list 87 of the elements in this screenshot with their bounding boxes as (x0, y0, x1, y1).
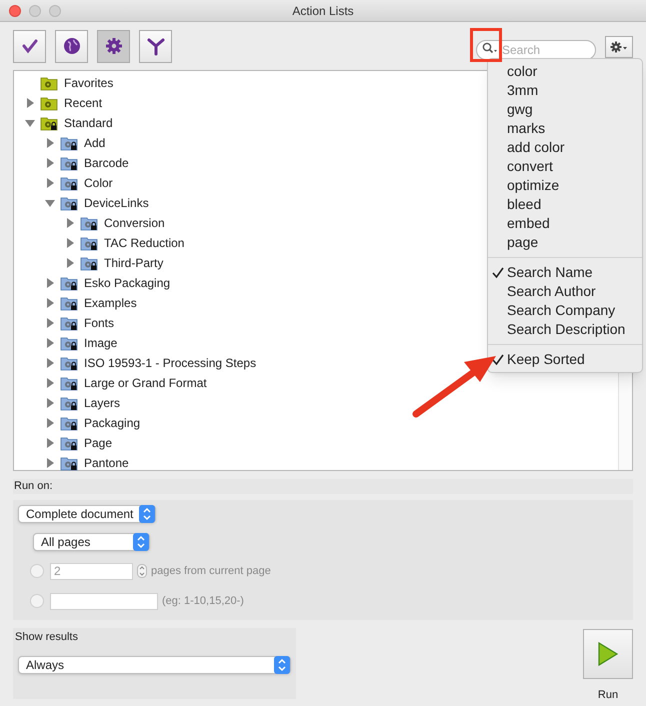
collapsed-triangle-icon[interactable] (45, 158, 55, 168)
tree-item-label[interactable]: DeviceLinks (84, 194, 149, 212)
toolbar-button[interactable] (139, 30, 172, 62)
checkmark-icon (492, 266, 504, 278)
close-button[interactable] (9, 4, 21, 16)
collapsed-triangle-icon[interactable] (45, 138, 55, 148)
collapsed-triangle-icon[interactable] (65, 258, 75, 268)
tree-item-label[interactable]: Recent (64, 94, 102, 112)
search-option-item[interactable]: Search Company (507, 300, 616, 321)
toolbar-button[interactable] (97, 30, 130, 62)
recent-search-item[interactable]: embed (488, 214, 642, 233)
show-results-select[interactable]: Always (18, 656, 291, 674)
radio-button[interactable] (30, 564, 44, 578)
tree-item-label[interactable]: Favorites (64, 74, 114, 92)
run-on-label: Run on: (13, 479, 53, 494)
tree-item-label[interactable]: Color (84, 174, 113, 192)
recent-search-item[interactable]: bleed (488, 195, 642, 214)
expanded-triangle-icon[interactable] (25, 118, 35, 128)
tree-item-label[interactable]: Fonts (84, 314, 114, 332)
recent-search-item[interactable]: page (488, 233, 642, 252)
tree-item-label[interactable]: Add (84, 134, 106, 152)
collapsed-triangle-icon[interactable] (45, 278, 55, 288)
checkmark-icon (492, 354, 504, 366)
highlight-box (470, 28, 502, 62)
show-results-label: Show results (15, 630, 79, 645)
tree-item-label[interactable]: Standard (64, 114, 113, 132)
updown-chevron-icon (133, 533, 149, 551)
tree-item-label[interactable]: TAC Reduction (104, 234, 184, 252)
fork-icon (146, 36, 166, 56)
tree-item-label[interactable]: Examples (84, 294, 137, 312)
page-range-field[interactable] (50, 592, 158, 610)
search-option-item[interactable]: Search Author (507, 281, 596, 302)
recent-search-item[interactable]: convert (488, 157, 642, 176)
collapsed-triangle-icon[interactable] (45, 418, 55, 428)
tree-item-label[interactable]: Conversion (104, 214, 165, 232)
collapsed-triangle-icon[interactable] (45, 398, 55, 408)
collapsed-triangle-icon[interactable] (65, 218, 75, 228)
tree-item-label[interactable]: Page (84, 434, 112, 452)
checkmark-icon (20, 37, 38, 55)
stepper-icon[interactable] (137, 564, 147, 578)
tree-item-label[interactable]: Esko Packaging (84, 274, 170, 292)
tree-item-label[interactable]: Pantone (84, 454, 129, 472)
tree-item-label[interactable]: Large or Grand Format (84, 374, 207, 392)
range-hint: pages from current page (151, 564, 271, 579)
collapsed-triangle-icon[interactable] (45, 438, 55, 448)
gear-icon (104, 37, 122, 55)
tree-item-label[interactable]: Layers (84, 394, 120, 412)
collapsed-triangle-icon[interactable] (25, 98, 35, 108)
search-option-item[interactable]: Search Description (507, 319, 626, 340)
pages-select[interactable]: All pages (33, 533, 150, 551)
search-option-item[interactable]: Search Name (507, 262, 593, 283)
collapsed-triangle-icon[interactable] (65, 238, 75, 248)
expanded-triangle-icon[interactable] (45, 198, 55, 208)
search-icon (482, 42, 498, 54)
toolbar-button[interactable] (55, 30, 88, 62)
tree-item-label[interactable]: Third-Party (104, 254, 164, 272)
window-title: Action Lists (292, 2, 354, 20)
recent-search-item[interactable]: 3mm (488, 81, 642, 100)
recent-search-item[interactable]: color (488, 62, 642, 81)
range-example: (eg: 1-10,15,20-) (162, 594, 244, 609)
play-icon (597, 641, 619, 667)
collapsed-triangle-icon[interactable] (45, 318, 55, 328)
collapsed-triangle-icon[interactable] (45, 378, 55, 388)
tree-item-label[interactable]: ISO 19593-1 - Processing Steps (84, 354, 256, 372)
radio-button[interactable] (30, 594, 44, 608)
tree-item-label[interactable]: Packaging (84, 414, 140, 432)
recent-search-item[interactable]: add color (488, 138, 642, 157)
collapsed-triangle-icon[interactable] (45, 298, 55, 308)
settings-icon (610, 41, 628, 53)
toolbar-button[interactable] (13, 30, 46, 62)
run-button[interactable] (583, 629, 633, 679)
keep-sorted-item[interactable]: Keep Sorted (507, 349, 585, 370)
tree-item-label[interactable]: Image (84, 334, 118, 352)
collapsed-triangle-icon[interactable] (45, 358, 55, 368)
collapsed-triangle-icon[interactable] (45, 338, 55, 348)
collapsed-triangle-icon[interactable] (45, 458, 55, 468)
globe-icon (62, 37, 80, 55)
updown-chevron-icon (139, 505, 155, 523)
updown-chevron-icon (274, 656, 290, 674)
collapsed-triangle-icon[interactable] (45, 178, 55, 188)
recent-search-item[interactable]: optimize (488, 176, 642, 195)
scope-select[interactable]: Complete document (18, 505, 156, 523)
run-label: Run (598, 688, 618, 703)
recent-search-item[interactable]: gwg (488, 100, 642, 119)
settings-button[interactable] (605, 36, 633, 58)
tree-item-label[interactable]: Barcode (84, 154, 129, 172)
recent-search-item[interactable]: marks (488, 119, 642, 138)
